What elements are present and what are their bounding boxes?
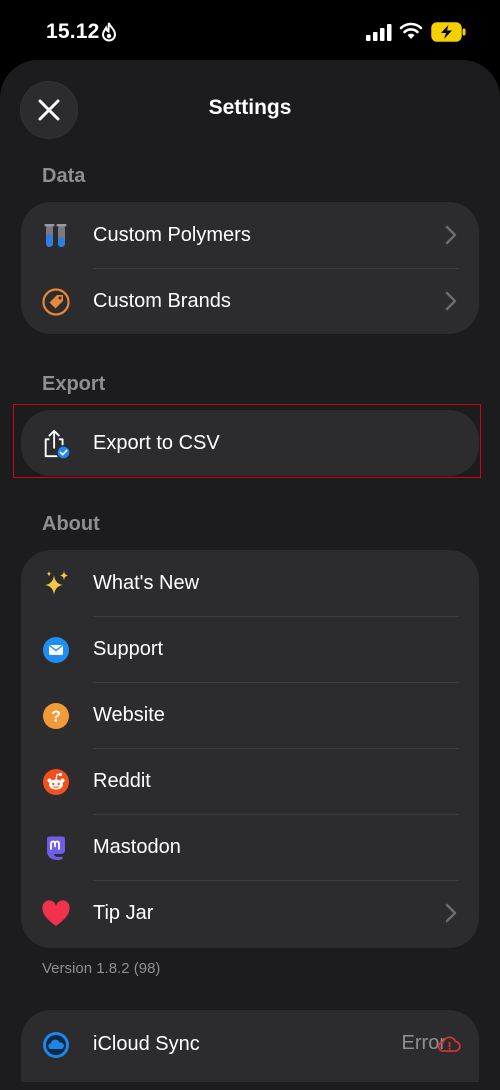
chevron-right-icon xyxy=(445,225,457,245)
row-website[interactable]: ? Website xyxy=(21,682,479,748)
heart-icon xyxy=(41,899,71,929)
question-icon: ? xyxy=(41,701,71,731)
envelope-icon xyxy=(41,635,71,665)
version-text: Version 1.8.2 (98) xyxy=(42,960,161,977)
cellular-signal-icon xyxy=(366,24,392,41)
cloud-error-icon xyxy=(437,1036,461,1052)
row-label: Mastodon xyxy=(93,836,181,858)
flame-icon xyxy=(101,22,117,42)
row-label: Reddit xyxy=(93,770,151,792)
svg-text:?: ? xyxy=(51,709,61,726)
section-label-about: About xyxy=(42,513,100,535)
battery-charging-icon xyxy=(431,22,466,42)
row-mastodon[interactable]: Mastodon xyxy=(21,814,479,880)
data-group: Custom Polymers Custom Brands xyxy=(21,202,479,334)
row-label: Support xyxy=(93,638,164,660)
tag-icon xyxy=(41,287,71,317)
row-custom-brands[interactable]: Custom Brands xyxy=(21,268,479,334)
section-label-data: Data xyxy=(42,165,86,187)
about-group: What's New Support ? Website Reddit Mast… xyxy=(21,550,479,948)
chevron-right-icon xyxy=(445,903,457,923)
row-custom-polymers[interactable]: Custom Polymers xyxy=(21,202,479,268)
sparkles-icon xyxy=(41,569,71,599)
selection-highlight xyxy=(13,404,481,478)
row-support[interactable]: Support xyxy=(21,616,479,682)
row-label: What's New xyxy=(93,572,200,594)
section-label-export: Export xyxy=(42,373,106,395)
wifi-icon xyxy=(399,22,423,39)
reddit-icon xyxy=(41,767,71,797)
row-reddit[interactable]: Reddit xyxy=(21,748,479,814)
row-whats-new[interactable]: What's New xyxy=(21,550,479,616)
row-tip-jar[interactable]: Tip Jar xyxy=(21,880,479,946)
mastodon-icon xyxy=(41,833,71,863)
chevron-right-icon xyxy=(445,291,457,311)
row-label: iCloud Sync xyxy=(93,1033,200,1055)
row-label: Tip Jar xyxy=(93,902,154,924)
status-time: 15.12 xyxy=(46,20,100,43)
status-bar: 15.12 xyxy=(0,0,500,62)
row-label: Custom Brands xyxy=(93,290,231,312)
icloud-icon xyxy=(41,1030,71,1060)
page-title: Settings xyxy=(208,96,292,119)
row-label: Custom Polymers xyxy=(93,224,251,246)
test-tubes-icon xyxy=(41,221,71,251)
row-label: Website xyxy=(93,704,165,726)
